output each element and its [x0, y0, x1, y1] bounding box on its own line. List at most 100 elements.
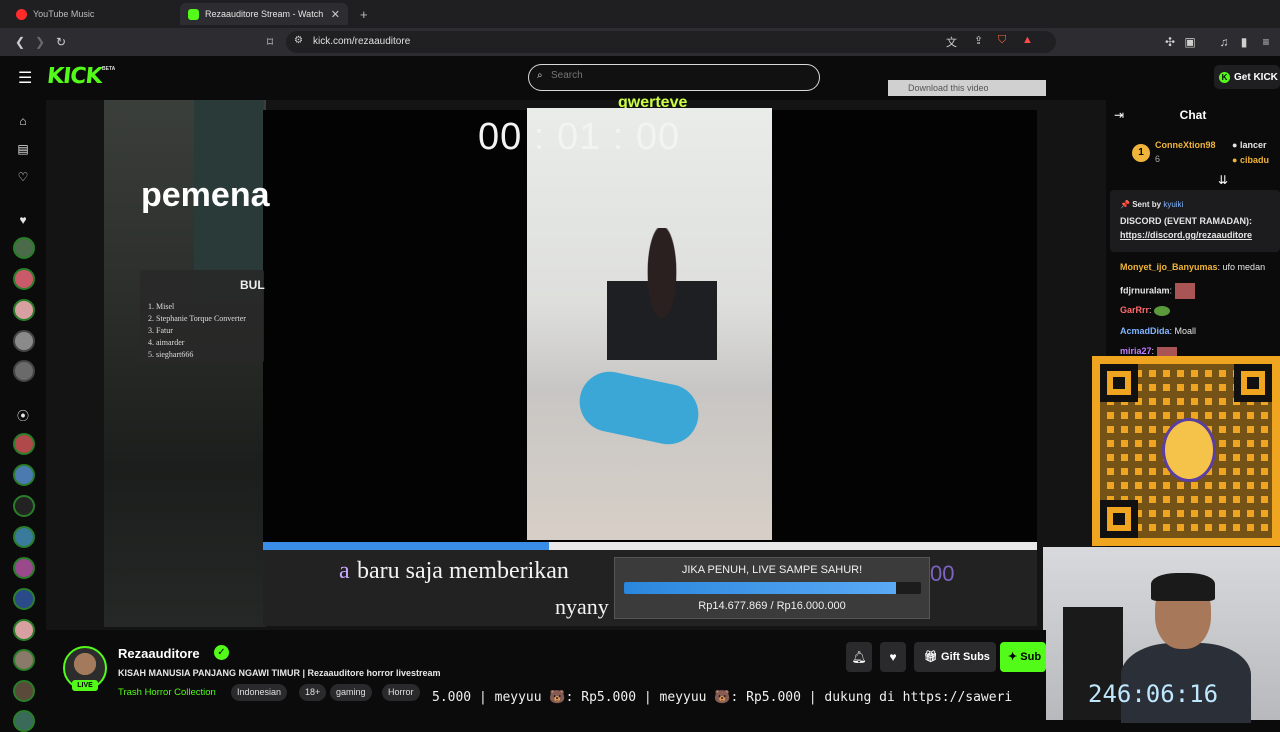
download-label: Download this video — [908, 83, 989, 93]
hamburger-menu-icon[interactable]: ☰ — [18, 68, 32, 88]
chat-message: Monyet_ijo_Banyumas: ufo medan — [1120, 262, 1266, 272]
winner-item: 3. Fatur — [148, 326, 173, 335]
subscribe-label: Sub — [1020, 651, 1042, 663]
tag-horror[interactable]: Horror — [382, 684, 420, 701]
scroll-down-icon[interactable]: ⇊ — [1218, 173, 1228, 187]
streamer-video-feed — [527, 108, 772, 540]
kick-favicon-icon — [188, 8, 199, 20]
chat-title: Chat — [1179, 108, 1207, 122]
channel-avatar[interactable] — [13, 268, 35, 290]
chat-message: GarRrr: — [1120, 305, 1171, 316]
search-icon: ⌕ — [537, 70, 543, 81]
chat-message: fdjrnuralam: — [1120, 283, 1195, 299]
extensions-icon[interactable]: ✣ — [1162, 34, 1178, 50]
stream-category[interactable]: Trash Horror Collection — [118, 687, 216, 698]
address-bar[interactable]: ⚙ kick.com/rezaauditore 文 ⇪ ⛉ ▲ — [286, 31, 1056, 53]
left-sidebar: ⌂ ▤ ♡ ♥ ⦿ — [0, 100, 46, 732]
channel-avatar[interactable] — [13, 526, 35, 548]
pinned-link[interactable]: https://discord.gg/rezaauditore — [1120, 230, 1252, 240]
reload-icon[interactable]: ↻ — [53, 34, 69, 50]
mascot-icon — [1162, 418, 1216, 482]
channel-avatar[interactable] — [13, 495, 35, 517]
live-broadcast-icon[interactable]: ⦿ — [15, 408, 31, 424]
pinned-message: 📌 Sent by kyuiki DISCORD (EVENT RAMADAN)… — [1110, 190, 1280, 252]
tag-indonesian[interactable]: Indonesian — [231, 684, 288, 701]
brave-rewards-icon[interactable]: ▲ — [1022, 34, 1033, 46]
person-hair — [1151, 573, 1215, 601]
alert-message-2: nyany — [555, 594, 609, 619]
beta-label: BETA — [102, 66, 116, 72]
favorites-heart-icon[interactable]: ♥ — [15, 212, 31, 228]
winner-item: 4. aimarder — [148, 338, 185, 347]
live-badge: LIVE — [72, 680, 98, 691]
new-tab-button[interactable]: + — [352, 3, 372, 25]
gift-subs-button[interactable]: 🎁︎ Gift Subs — [914, 642, 996, 672]
subscribe-button[interactable]: ✦ Sub — [1000, 642, 1046, 672]
channel-avatar[interactable] — [13, 237, 35, 259]
channel-avatar[interactable] — [13, 464, 35, 486]
donation-qr-code — [1092, 356, 1280, 546]
alert-username: a — [339, 558, 350, 584]
home-icon[interactable]: ⌂ — [15, 113, 31, 129]
channel-avatar[interactable] — [13, 330, 35, 352]
channel-avatar[interactable] — [13, 299, 35, 321]
brave-shield-icon[interactable]: ⛉ — [998, 34, 1006, 47]
kick-logo[interactable]: KICK — [46, 64, 103, 89]
share-icon[interactable]: ⇪ — [974, 34, 983, 47]
qr-finder — [1234, 364, 1272, 402]
youtube-music-icon — [16, 8, 27, 20]
screenshot-icon[interactable]: ▣ — [1182, 34, 1198, 50]
channel-avatar[interactable] — [13, 433, 35, 455]
kick-small-icon: K — [1219, 71, 1230, 83]
winner-text: pemena — [141, 176, 270, 214]
top-gifter-name[interactable]: ConneXtion98 — [1155, 140, 1216, 150]
site-info-icon[interactable]: ⚙ — [294, 35, 303, 46]
tab-label: YouTube Music — [33, 9, 95, 19]
channel-avatar[interactable] — [13, 680, 35, 702]
search-box[interactable]: ⌕ — [528, 64, 820, 91]
chat-message: AcmadDida: Moall — [1120, 326, 1197, 336]
channel-avatar[interactable] — [13, 360, 35, 382]
following-icon[interactable]: ♡ — [15, 169, 31, 185]
tag-gaming[interactable]: gaming — [330, 684, 372, 701]
star-icon: ✦ — [1008, 651, 1018, 663]
overlay-number: 00 — [930, 561, 955, 586]
channel-name[interactable]: Rezaauditore — [118, 646, 200, 661]
gifter-name[interactable]: ● lancer — [1232, 140, 1266, 150]
back-icon[interactable]: ❮ — [12, 34, 28, 50]
channel-avatar[interactable] — [13, 619, 35, 641]
winners-list-title: BUL — [240, 278, 265, 292]
winner-item: 2. Stephanie Torque Converter — [148, 314, 246, 323]
get-kick-button[interactable]: K Get KICK — [1214, 65, 1280, 89]
emote — [1174, 283, 1195, 299]
winners-list-box: BUL 1. Misel 2. Stephanie Torque Convert… — [140, 270, 265, 362]
winner-item: 5. sieghart666 — [148, 350, 194, 359]
media-icon[interactable]: ♫ — [1216, 34, 1232, 50]
gifter-name[interactable]: ● cibadu — [1232, 155, 1269, 165]
follow-heart-button[interactable]: ♥ — [880, 642, 906, 672]
translate-icon[interactable]: 文 — [946, 34, 957, 50]
pinned-line: DISCORD (EVENT RAMADAN): — [1120, 216, 1252, 226]
goal-bar — [624, 582, 921, 594]
bookmark-icon[interactable]: ⌑ — [262, 34, 278, 50]
forward-icon[interactable]: ❯ — [32, 34, 48, 50]
donation-ticker: 5.000 | meyyuu 🐻: Rp5.000 | meyyuu 🐻: Rp… — [432, 690, 1042, 712]
channel-avatar[interactable] — [13, 710, 35, 732]
download-video-banner[interactable]: Download this video — [888, 80, 1046, 96]
channel-avatar[interactable] — [13, 557, 35, 579]
menu-icon[interactable]: ≡ — [1258, 34, 1274, 50]
channel-avatar[interactable] — [13, 649, 35, 671]
verified-icon: ✓ — [214, 645, 229, 660]
qr-finder — [1100, 500, 1138, 538]
url-text: kick.com/rezaauditore — [313, 36, 411, 47]
sidebar-toggle-icon[interactable]: ▮ — [1236, 34, 1252, 50]
search-input[interactable] — [551, 70, 801, 81]
tab-kick-stream[interactable]: Rezaauditore Stream - Watch ✕ — [180, 3, 348, 25]
video-player[interactable]: Download this video qwerteve 00 : 01 : 0… — [46, 80, 1106, 630]
channel-avatar[interactable] — [13, 588, 35, 610]
notification-bell-button[interactable]: 🔔︎ — [846, 642, 872, 672]
tab-youtube-music[interactable]: YouTube Music — [8, 3, 180, 25]
browse-icon[interactable]: ▤ — [15, 141, 31, 157]
tag-18plus[interactable]: 18+ — [299, 684, 327, 701]
close-icon[interactable]: ✕ — [331, 8, 340, 21]
